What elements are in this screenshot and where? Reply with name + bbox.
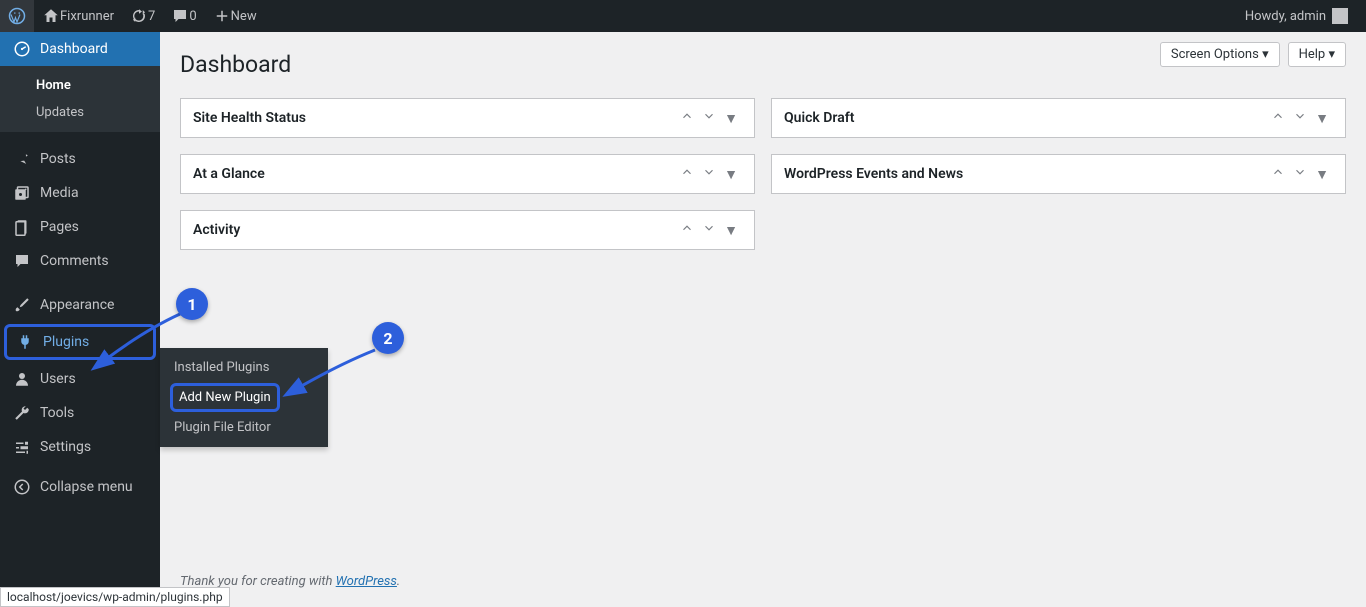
wordpress-icon bbox=[8, 7, 26, 25]
panel-site-health[interactable]: Site Health Status ▼ bbox=[180, 98, 755, 138]
collapse-menu-button[interactable]: Collapse menu bbox=[0, 470, 160, 504]
caret-down-icon[interactable]: ▼ bbox=[720, 166, 742, 183]
media-icon bbox=[13, 184, 31, 202]
avatar bbox=[1332, 8, 1348, 24]
sidebar-item-label: Settings bbox=[40, 439, 91, 455]
user-icon bbox=[13, 370, 31, 388]
chevron-down-icon[interactable] bbox=[698, 165, 720, 183]
brush-icon bbox=[13, 296, 31, 314]
wordpress-link[interactable]: WordPress bbox=[336, 574, 397, 589]
chevron-down-icon[interactable] bbox=[1289, 109, 1311, 127]
pin-icon bbox=[13, 150, 31, 168]
flyout-item-plugin-file-editor[interactable]: Plugin File Editor bbox=[160, 414, 328, 441]
chevron-down-icon[interactable] bbox=[1289, 165, 1311, 183]
new-label: New bbox=[231, 9, 257, 24]
chevron-up-icon[interactable] bbox=[1267, 109, 1289, 127]
comments-link[interactable]: 0 bbox=[163, 0, 204, 32]
panel-title: At a Glance bbox=[193, 166, 676, 182]
panel-title: Site Health Status bbox=[193, 110, 676, 126]
updates-link[interactable]: 7 bbox=[122, 0, 163, 32]
annotation-arrow-1 bbox=[95, 310, 185, 370]
sidebar-item-posts[interactable]: Posts bbox=[0, 142, 160, 176]
new-content-link[interactable]: New bbox=[205, 0, 265, 32]
plus-icon bbox=[213, 7, 231, 25]
sidebar-item-label: Users bbox=[40, 371, 76, 387]
browser-statusbar: localhost/joevics/wp-admin/plugins.php bbox=[0, 587, 230, 607]
panel-activity[interactable]: Activity ▼ bbox=[180, 210, 755, 250]
refresh-icon bbox=[130, 7, 148, 25]
caret-down-icon[interactable]: ▼ bbox=[720, 222, 742, 239]
site-name-label: Fixrunner bbox=[60, 9, 114, 24]
help-button[interactable]: Help ▾ bbox=[1288, 42, 1346, 67]
chevron-down-icon[interactable] bbox=[698, 109, 720, 127]
sidebar-item-label: Media bbox=[40, 185, 79, 201]
comments-count: 0 bbox=[189, 9, 196, 24]
site-name-link[interactable]: Fixrunner bbox=[34, 0, 122, 32]
howdy-label: Howdy, admin bbox=[1245, 9, 1326, 24]
account-menu[interactable]: Howdy, admin bbox=[1237, 0, 1356, 32]
chevron-up-icon[interactable] bbox=[676, 109, 698, 127]
caret-down-icon[interactable]: ▼ bbox=[1311, 166, 1333, 183]
chevron-down-icon: ▾ bbox=[1262, 47, 1269, 62]
sidebar-item-media[interactable]: Media bbox=[0, 176, 160, 210]
dashboard-icon bbox=[13, 40, 31, 58]
comment-icon bbox=[171, 7, 189, 25]
sliders-icon bbox=[13, 438, 31, 456]
flyout-item-add-new-plugin[interactable]: Add New Plugin bbox=[170, 383, 280, 412]
chevron-down-icon: ▾ bbox=[1328, 47, 1335, 62]
collapse-icon bbox=[13, 478, 31, 496]
chevron-up-icon[interactable] bbox=[676, 221, 698, 239]
wrench-icon bbox=[13, 404, 31, 422]
sidebar-item-label: Comments bbox=[40, 253, 109, 269]
annotation-badge-2: 2 bbox=[372, 322, 404, 354]
chevron-up-icon[interactable] bbox=[1267, 165, 1289, 183]
sidebar-item-tools[interactable]: Tools bbox=[0, 396, 160, 430]
chevron-down-icon[interactable] bbox=[698, 221, 720, 239]
submenu-item-updates[interactable]: Updates bbox=[0, 99, 160, 126]
annotation-badge-1: 1 bbox=[176, 288, 208, 320]
comment-icon bbox=[13, 252, 31, 270]
panel-wp-events-news[interactable]: WordPress Events and News ▼ bbox=[771, 154, 1346, 194]
caret-down-icon[interactable]: ▼ bbox=[720, 110, 742, 127]
screen-options-button[interactable]: Screen Options ▾ bbox=[1160, 42, 1280, 67]
submenu-item-home[interactable]: Home bbox=[0, 72, 160, 99]
panel-title: Quick Draft bbox=[784, 110, 1267, 126]
plug-icon bbox=[16, 333, 34, 351]
page-icon bbox=[13, 218, 31, 236]
chevron-up-icon[interactable] bbox=[676, 165, 698, 183]
sidebar-item-label: Collapse menu bbox=[40, 479, 133, 495]
sidebar-item-settings[interactable]: Settings bbox=[0, 430, 160, 464]
panel-title: WordPress Events and News bbox=[784, 166, 1267, 182]
sidebar-item-label: Pages bbox=[40, 219, 79, 235]
home-icon bbox=[42, 7, 60, 25]
admin-topbar: Fixrunner 7 0 New Howdy, admin bbox=[0, 0, 1366, 32]
updates-count: 7 bbox=[148, 9, 155, 24]
sidebar-item-label: Posts bbox=[40, 151, 76, 167]
wp-logo-menu[interactable] bbox=[0, 0, 34, 32]
sidebar-item-dashboard[interactable]: Dashboard bbox=[0, 32, 160, 66]
sidebar-item-comments[interactable]: Comments bbox=[0, 244, 160, 278]
sidebar-item-label: Plugins bbox=[43, 334, 89, 350]
panel-quick-draft[interactable]: Quick Draft ▼ bbox=[771, 98, 1346, 138]
sidebar-item-pages[interactable]: Pages bbox=[0, 210, 160, 244]
caret-down-icon[interactable]: ▼ bbox=[1311, 110, 1333, 127]
annotation-arrow-2 bbox=[290, 346, 380, 396]
panel-at-a-glance[interactable]: At a Glance ▼ bbox=[180, 154, 755, 194]
main-content: Screen Options ▾ Help ▾ Dashboard Site H… bbox=[160, 32, 1366, 607]
sidebar-item-label: Tools bbox=[40, 405, 74, 421]
dashboard-submenu: Home Updates bbox=[0, 66, 160, 132]
sidebar-item-label: Dashboard bbox=[40, 41, 108, 57]
panel-title: Activity bbox=[193, 222, 676, 238]
